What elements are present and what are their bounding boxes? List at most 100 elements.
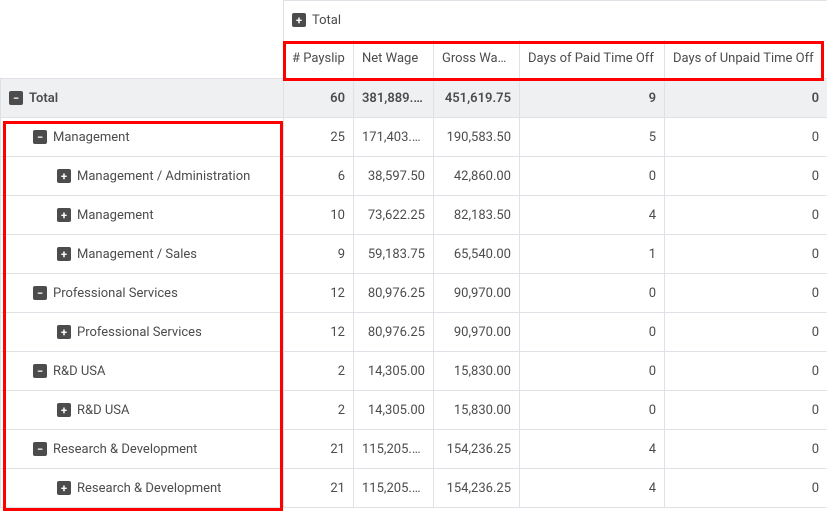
cell[interactable]: 0 [665,352,827,391]
plus-icon[interactable] [57,247,71,261]
cell[interactable]: 0 [665,391,827,430]
corner-blank [1,1,284,40]
plus-icon[interactable] [57,403,71,417]
col-header-unpaid-time-off[interactable]: Days of Unpaid Time Off [665,40,827,79]
cell[interactable]: 9 [520,79,665,118]
minus-icon[interactable] [33,364,47,378]
row-header[interactable]: R&D USA [1,352,284,391]
cell[interactable]: 21 [284,430,354,469]
table-row: Research & Development 21115,205.00154,23… [1,430,827,469]
plus-icon[interactable] [57,325,71,339]
row-label-text: Management [53,130,130,145]
cell[interactable]: 4 [520,430,665,469]
cell[interactable]: 2 [284,352,354,391]
row-header[interactable]: Total [1,79,284,118]
cell[interactable]: 0 [520,391,665,430]
row-label-text: R&D USA [77,403,129,418]
table-row: Management 25171,403.50190,583.5050 [1,118,827,157]
cell[interactable]: 115,205.00 [354,469,434,508]
cell[interactable]: 82,183.50 [434,196,520,235]
cell[interactable]: 1 [520,235,665,274]
cell[interactable]: 0 [520,313,665,352]
cell[interactable]: 4 [520,196,665,235]
row-header[interactable]: Management [1,118,284,157]
cell[interactable]: 381,889.75 [354,79,434,118]
cell[interactable]: 65,540.00 [434,235,520,274]
cell[interactable]: 0 [665,118,827,157]
col-header-gross-wage[interactable]: Gross Wage [434,40,520,79]
row-header[interactable]: Management / Administration [1,157,284,196]
row-label-text: Research & Development [53,442,197,457]
col-header-net-wage[interactable]: Net Wage [354,40,434,79]
cell[interactable]: 10 [284,196,354,235]
cell[interactable]: 25 [284,118,354,157]
cell[interactable]: 0 [665,469,827,508]
cell[interactable]: 154,236.25 [434,430,520,469]
plus-icon[interactable] [292,13,306,27]
row-total: Total60381,889.75451,619.7590 [1,79,827,118]
cell[interactable]: 9 [284,235,354,274]
row-header[interactable]: Professional Services [1,274,284,313]
cell[interactable]: 115,205.00 [354,430,434,469]
col-header-payslip[interactable]: # Payslip [284,40,354,79]
cell[interactable]: 21 [284,469,354,508]
row-header[interactable]: Management [1,196,284,235]
cell[interactable]: 4 [520,469,665,508]
row-header[interactable]: Research & Development [1,430,284,469]
col-header-paid-time-off[interactable]: Days of Paid Time Off [520,40,665,79]
cell[interactable]: 90,970.00 [434,274,520,313]
cell[interactable]: 0 [665,157,827,196]
cell[interactable]: 80,976.25 [354,274,434,313]
cell[interactable]: 90,970.00 [434,313,520,352]
cell[interactable]: 2 [284,391,354,430]
row-label-text: Research & Development [77,481,221,496]
pivot-table-container: Total # Payslip Net Wage Gross Wage Days… [0,0,827,513]
cell[interactable]: 0 [665,313,827,352]
table-row: Management / Sales959,183.7565,540.0010 [1,235,827,274]
cell[interactable]: 0 [520,352,665,391]
row-label-text: Professional Services [77,325,202,340]
row-header[interactable]: R&D USA [1,391,284,430]
row-header[interactable]: Professional Services [1,313,284,352]
cell[interactable]: 15,830.00 [434,391,520,430]
plus-icon[interactable] [57,481,71,495]
cell[interactable]: 60 [284,79,354,118]
cell[interactable]: 42,860.00 [434,157,520,196]
pivot-body: Total60381,889.75451,619.7590Management2… [1,79,827,508]
table-row: Professional Services 1280,976.2590,970.0… [1,274,827,313]
cell[interactable]: 451,619.75 [434,79,520,118]
minus-icon[interactable] [33,286,47,300]
pivot-table: Total # Payslip Net Wage Gross Wage Days… [0,0,827,508]
cell[interactable]: 190,583.50 [434,118,520,157]
cell[interactable]: 14,305.00 [354,352,434,391]
plus-icon[interactable] [57,208,71,222]
cell[interactable]: 59,183.75 [354,235,434,274]
minus-icon[interactable] [9,91,23,105]
cell[interactable]: 0 [665,430,827,469]
minus-icon[interactable] [33,442,47,456]
cell[interactable]: 5 [520,118,665,157]
minus-icon[interactable] [33,130,47,144]
cell[interactable]: 12 [284,313,354,352]
cell[interactable]: 0 [665,79,827,118]
cell[interactable]: 73,622.25 [354,196,434,235]
cell[interactable]: 0 [520,274,665,313]
plus-icon[interactable] [57,169,71,183]
cell[interactable]: 0 [665,274,827,313]
col-group-total[interactable]: Total [284,1,827,40]
cell[interactable]: 12 [284,274,354,313]
cell[interactable]: 38,597.50 [354,157,434,196]
cell[interactable]: 14,305.00 [354,391,434,430]
cell[interactable]: 0 [665,196,827,235]
row-header[interactable]: Management / Sales [1,235,284,274]
cell[interactable]: 80,976.25 [354,313,434,352]
cell[interactable]: 6 [284,157,354,196]
row-label-text: Professional Services [53,286,178,301]
table-row: R&D USA214,305.0015,830.0000 [1,352,827,391]
cell[interactable]: 0 [520,157,665,196]
row-header[interactable]: Research & Development [1,469,284,508]
cell[interactable]: 0 [665,235,827,274]
cell[interactable]: 171,403.50 [354,118,434,157]
cell[interactable]: 15,830.00 [434,352,520,391]
cell[interactable]: 154,236.25 [434,469,520,508]
